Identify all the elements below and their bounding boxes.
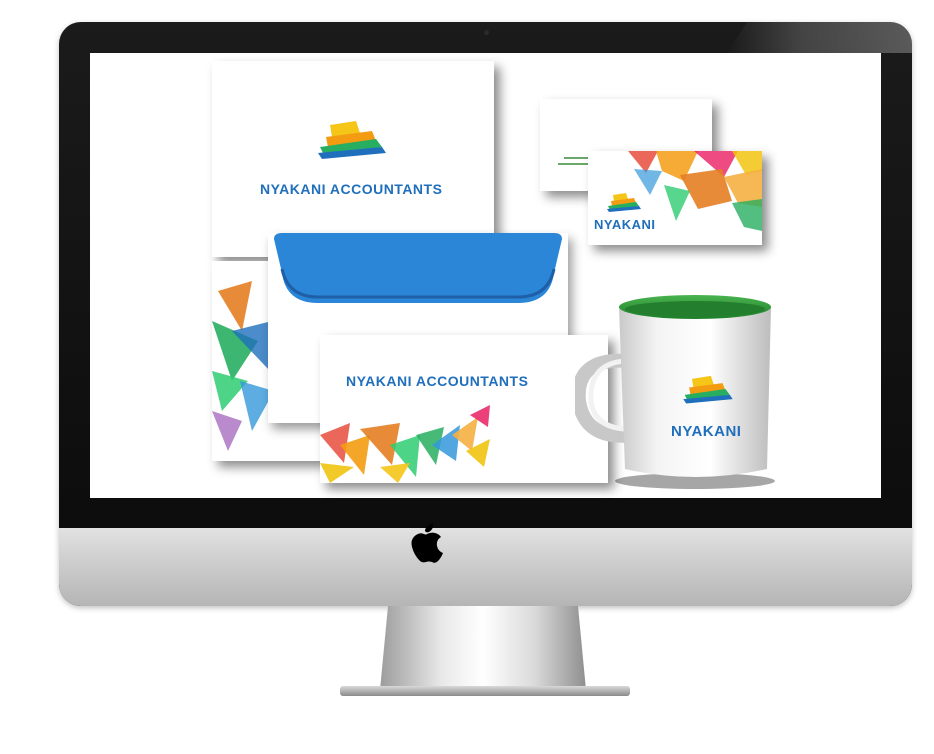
- monitor-stand-base: [340, 686, 630, 696]
- screen-glare: [727, 22, 912, 53]
- letterhead-company-name: NYAKANI ACCOUNTANTS: [260, 181, 443, 197]
- envelope-shapes-decoration: [320, 405, 490, 483]
- brand-logo-icon: [683, 375, 733, 404]
- screen-display: NYAKANI ACCOUNTANTS NYAKANI NYAKANI ACCO…: [90, 53, 881, 498]
- letterhead-sheet: NYAKANI ACCOUNTANTS: [212, 61, 494, 257]
- monitor-stand: [380, 606, 586, 690]
- camera-icon: [484, 30, 489, 35]
- apple-logo-icon: [411, 523, 443, 563]
- mug-illustration: [571, 295, 775, 489]
- envelope-front: NYAKANI ACCOUNTANTS: [320, 335, 608, 483]
- business-card-front: NYAKANI: [588, 151, 762, 245]
- coffee-mug: NYAKANI: [571, 291, 785, 491]
- envelope-flap: [274, 233, 562, 303]
- imac-monitor: NYAKANI ACCOUNTANTS NYAKANI NYAKANI ACCO…: [59, 22, 912, 606]
- brand-logo-icon: [318, 121, 386, 159]
- mug-company-name: NYAKANI: [671, 423, 742, 440]
- envelope-company-name: NYAKANI ACCOUNTANTS: [346, 373, 529, 389]
- brand-logo-icon: [607, 193, 641, 212]
- business-card-company-name: NYAKANI: [594, 217, 656, 232]
- monitor-chin: [59, 528, 912, 606]
